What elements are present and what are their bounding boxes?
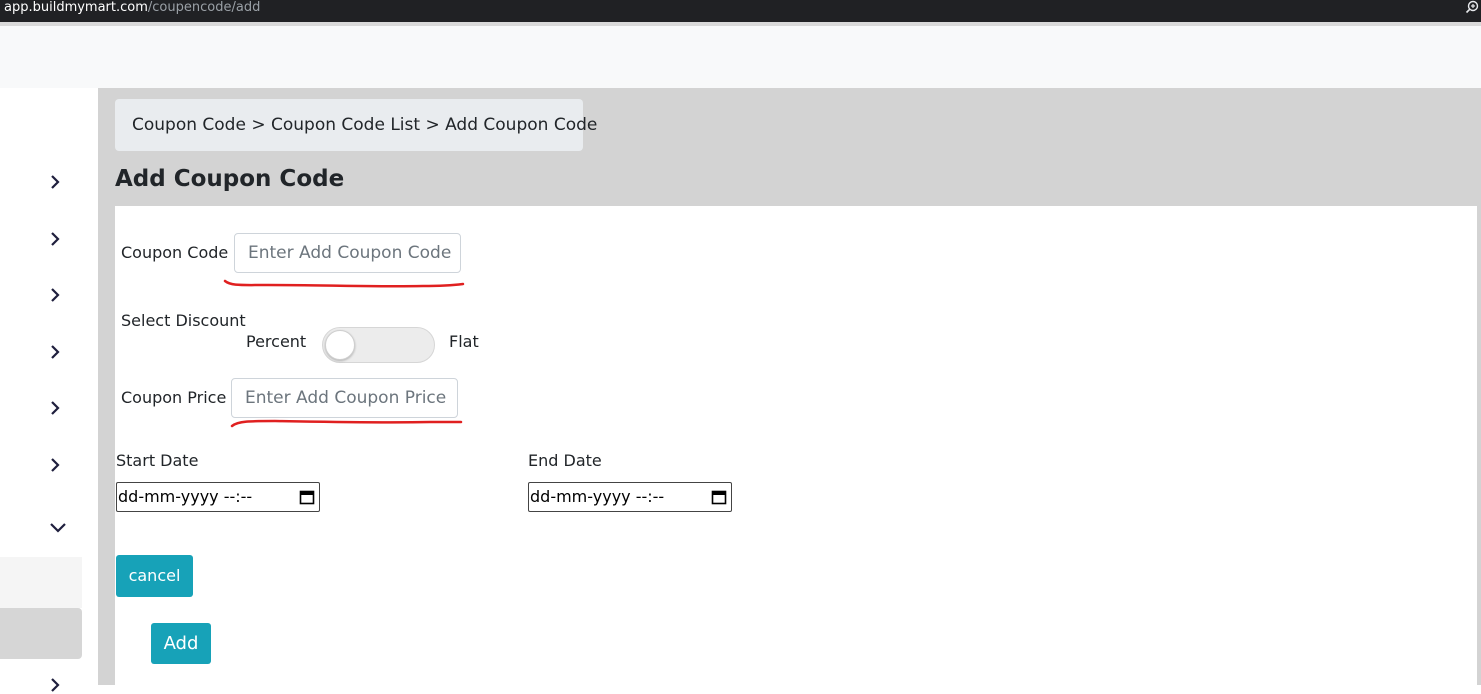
- chevron-right-icon[interactable]: [46, 173, 64, 191]
- end-date-label: End Date: [528, 451, 602, 470]
- start-date-value: dd-mm-yyyy --:--: [118, 487, 253, 506]
- address-bar[interactable]: app.buildmymart.com/coupencode/add: [0, 0, 1481, 22]
- discount-type-toggle[interactable]: [322, 327, 435, 363]
- chevron-right-icon[interactable]: [46, 456, 64, 474]
- chevron-right-icon[interactable]: [46, 676, 64, 694]
- percent-label: Percent: [246, 332, 307, 351]
- chevron-down-icon[interactable]: [49, 518, 67, 536]
- zoom-icon[interactable]: [1465, 0, 1479, 14]
- select-discount-label: Select Discount: [121, 311, 246, 330]
- coupon-code-input[interactable]: [234, 233, 461, 273]
- coupon-price-input[interactable]: [231, 378, 458, 418]
- start-date-label: Start Date: [116, 451, 199, 470]
- coupon-code-label: Coupon Code: [121, 243, 229, 262]
- cancel-button[interactable]: cancel: [116, 555, 193, 597]
- main-content: Coupon Code > Coupon Code List > Add Cou…: [98, 88, 1481, 685]
- add-button[interactable]: Add: [151, 623, 211, 664]
- top-navbar: [0, 26, 1481, 88]
- start-date-input[interactable]: dd-mm-yyyy --:--: [116, 482, 320, 512]
- chevron-right-icon[interactable]: [46, 343, 64, 361]
- coupon-form: Coupon Code Select Discount Percent Flat…: [115, 206, 1481, 685]
- red-underline-annotation: [223, 279, 465, 288]
- breadcrumb[interactable]: Coupon Code > Coupon Code List > Add Cou…: [115, 99, 597, 151]
- page-edge: [1477, 206, 1481, 685]
- coupon-price-label: Coupon Price: [121, 388, 227, 407]
- toggle-knob[interactable]: [325, 330, 355, 360]
- sidebar-subitem-active[interactable]: [0, 608, 82, 659]
- calendar-icon[interactable]: [711, 489, 727, 505]
- chevron-right-icon[interactable]: [46, 230, 64, 248]
- flat-label: Flat: [449, 332, 479, 351]
- url-host: app.buildmymart.com: [4, 0, 148, 15]
- chevron-right-icon[interactable]: [46, 399, 64, 417]
- page-title: Add Coupon Code: [115, 166, 345, 192]
- chevron-right-icon[interactable]: [46, 286, 64, 304]
- end-date-value: dd-mm-yyyy --:--: [530, 487, 665, 506]
- sidebar: [0, 88, 98, 692]
- url-path: /coupencode/add: [147, 0, 261, 15]
- sidebar-subitem[interactable]: [0, 557, 82, 608]
- end-date-input[interactable]: dd-mm-yyyy --:--: [528, 482, 732, 512]
- calendar-icon[interactable]: [299, 489, 315, 505]
- red-underline-annotation: [230, 419, 463, 428]
